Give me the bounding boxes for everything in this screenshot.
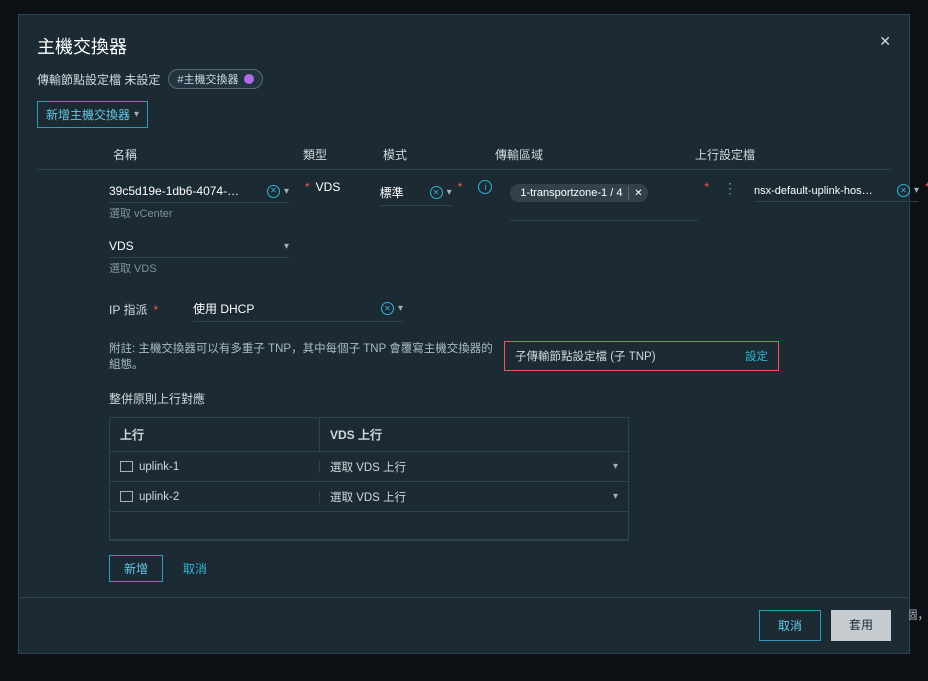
required-indicator: * [305,180,310,194]
dialog-title: 主機交換器 [37,33,891,59]
vds-uplink-select[interactable]: 選取 VDS 上行 ▾ [320,459,628,475]
cancel-link[interactable]: 取消 [183,560,207,577]
vds-uplink-select[interactable]: 選取 VDS 上行 ▾ [320,489,628,505]
info-icon[interactable]: i [478,180,492,194]
breadcrumb: 傳輸節點設定檔 未設定 [37,71,160,88]
tag-badge[interactable]: #主機交換器 [168,69,263,89]
vds-select[interactable]: VDS ▾ [109,235,289,258]
vds-helper: 選取 VDS [109,260,299,276]
chevron-down-icon: ▾ [613,491,618,502]
required-indicator: * [704,180,709,194]
chevron-down-icon: ▾ [398,303,403,314]
uplink-mapping-label: 整併原則上行對應 [109,390,928,407]
add-button[interactable]: 新增 [109,555,163,582]
col-zone: 傳輸區域 [495,146,695,163]
uplink-profile-select[interactable]: nsx-default-uplink-hos… ✕ ▾ [754,180,919,202]
col-uplink: 上行設定檔 [695,146,891,163]
tag-badge-label: #主機交換器 [177,71,238,87]
mode-select[interactable]: 標準 ✕ ▾ [380,180,452,206]
add-host-switch-button[interactable]: 新增主機交換器 ▾ [37,101,148,128]
chevron-down-icon: ▾ [284,241,289,252]
port-icon [120,461,133,472]
chip-remove-icon[interactable]: ✕ [628,186,642,200]
dialog-apply-button[interactable]: 套用 [831,610,891,641]
vcenter-select[interactable]: 39c5d19e-1db6-4074-… ✕ ▾ [109,180,289,203]
ip-assign-label: IP 指派 [109,303,147,317]
configure-sub-tnp-link[interactable]: 設定 [745,348,768,364]
badge-indicator-icon [244,74,254,84]
uplink-name: uplink-1 [139,461,179,473]
uplink-name: uplink-2 [139,491,179,503]
sub-tnp-label: 子傳輸節點設定檔 (子 TNP) [515,348,656,364]
table-row-empty [110,512,628,540]
type-value: VDS [316,180,380,194]
column-headers: 名稱 類型 模式 傳輸區域 上行設定檔 [37,146,891,170]
dialog-footer: 取消 套用 [19,597,909,653]
chevron-down-icon: ▾ [914,185,919,196]
transport-zone-select[interactable]: 1-transportzone-1 / 4 ✕ [510,180,698,221]
clear-icon[interactable]: ✕ [381,302,394,315]
ip-assign-select[interactable]: 使用 DHCP ✕ ▾ [193,296,403,322]
clear-icon[interactable]: ✕ [267,185,280,198]
host-switch-dialog: ✕ 主機交換器 傳輸節點設定檔 未設定 #主機交換器 新增主機交換器 ▾ 名稱 … [18,14,910,654]
col-mode: 模式 [383,146,495,163]
col-type: 類型 [303,146,383,163]
chevron-down-icon: ▾ [447,187,452,198]
more-actions-icon[interactable]: ⋮ [723,180,738,197]
close-icon[interactable]: ✕ [879,33,891,50]
table-row: uplink-1 選取 VDS 上行 ▾ [110,452,628,482]
note-text: 附註: 主機交換器可以有多重子 TNP，其中每個子 TNP 會覆寫主機交換器的組… [109,340,504,372]
port-icon [120,491,133,502]
vcenter-helper: 選取 vCenter [109,205,299,221]
th-uplink: 上行 [110,418,320,451]
clear-icon[interactable]: ✕ [430,186,443,199]
sub-tnp-box: 子傳輸節點設定檔 (子 TNP) 設定 [504,341,779,371]
uplink-mapping-table: 上行 VDS 上行 uplink-1 選取 VDS 上行 ▾ [109,417,629,541]
dialog-cancel-button[interactable]: 取消 [759,610,821,641]
required-indicator: * [458,180,463,194]
chevron-down-icon: ▾ [134,109,139,120]
th-vds-uplink: VDS 上行 [320,418,628,451]
table-row: uplink-2 選取 VDS 上行 ▾ [110,482,628,512]
col-name: 名稱 [113,146,303,163]
chevron-down-icon: ▾ [284,186,289,197]
chevron-down-icon: ▾ [613,461,618,472]
transport-zone-chip[interactable]: 1-transportzone-1 / 4 ✕ [510,184,648,202]
clear-icon[interactable]: ✕ [897,184,910,197]
